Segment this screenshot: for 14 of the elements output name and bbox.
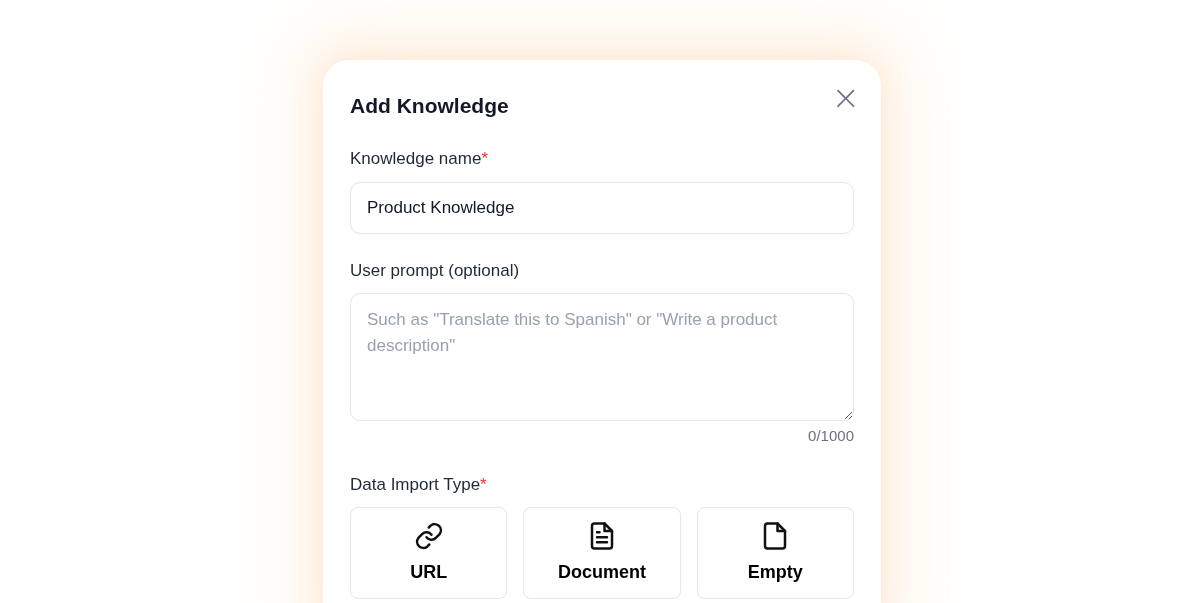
input-field[interactable]: Product Knowledge xyxy=(350,181,854,234)
prompt-textarea[interactable]: Such as "Translate this to Spanish" or "Write a product description" xyxy=(350,293,854,421)
close-button[interactable]: × xyxy=(831,80,860,114)
link-icon xyxy=(413,520,444,551)
field-label: Data Import Type xyxy=(350,473,481,496)
field-label: Knowledge name xyxy=(350,148,482,170)
import-type-option[interactable]: Empty xyxy=(696,507,854,599)
required-mark: * xyxy=(480,473,487,496)
character-counter: 0/1000 xyxy=(808,426,854,446)
dialog-title: Add Knowledge xyxy=(350,93,509,119)
field-label: User prompt (optional) xyxy=(350,260,520,280)
required-mark: * xyxy=(481,148,488,170)
import-type-option[interactable]: Document xyxy=(523,507,681,599)
import-type-option[interactable]: URL xyxy=(350,507,508,599)
